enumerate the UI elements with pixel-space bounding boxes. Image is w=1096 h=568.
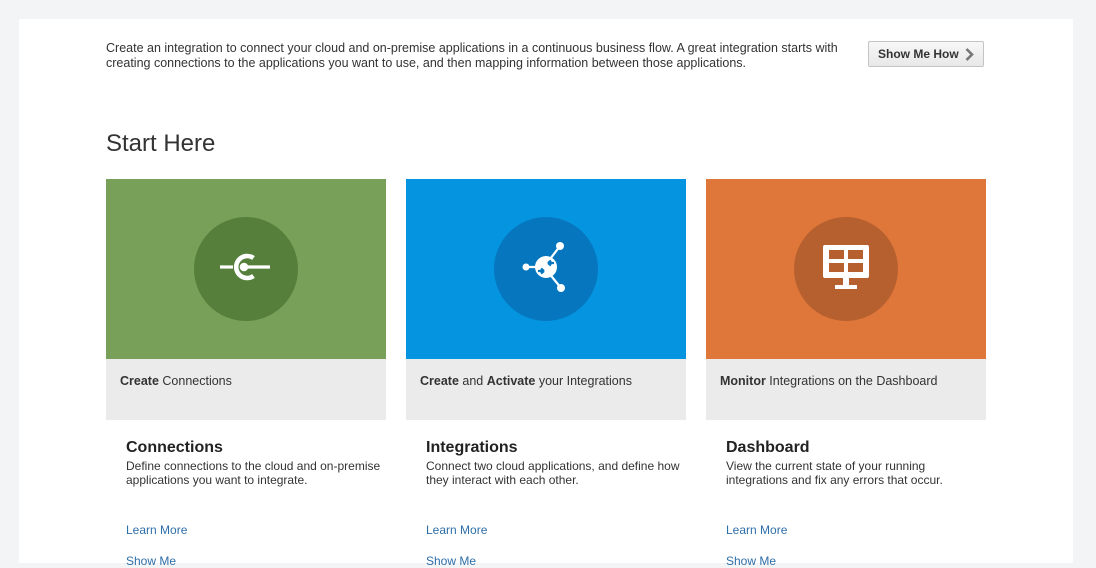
create-connections-card[interactable]: Create Connections (106, 179, 386, 420)
start-page-panel: Create an integration to connect your cl… (19, 19, 1073, 568)
card-icon-circle (494, 217, 598, 321)
caption-text: Connections (158, 374, 232, 388)
info-title: Integrations (426, 439, 518, 456)
show-me-link[interactable]: Show Me (426, 554, 476, 568)
show-me-how-label: Show Me How (878, 47, 959, 61)
card-banner (406, 179, 686, 359)
monitor-dashboard-card[interactable]: Monitor Integrations on the Dashboard (706, 179, 986, 420)
caption-bold: Monitor (720, 374, 766, 388)
learn-more-link[interactable]: Learn More (126, 523, 187, 537)
show-me-how-button[interactable]: Show Me How (868, 41, 984, 67)
caption-text: your Integrations (535, 374, 632, 388)
card-banner (106, 179, 386, 359)
info-title: Connections (126, 439, 223, 456)
create-activate-integrations-card[interactable]: Create and Activate your Integrations (406, 179, 686, 420)
show-me-link[interactable]: Show Me (126, 554, 176, 568)
caption-bold: Create (420, 374, 459, 388)
caption-bold: Create (120, 374, 159, 388)
integrations-info: Integrations Connect two cloud applicati… (426, 438, 686, 568)
dashboard-info: Dashboard View the current state of your… (726, 438, 986, 568)
card-icon-circle (194, 217, 298, 321)
card-icon-circle (794, 217, 898, 321)
learn-more-link[interactable]: Learn More (426, 523, 487, 537)
card-caption: Monitor Integrations on the Dashboard (706, 359, 986, 420)
info-title: Dashboard (726, 439, 810, 456)
dashboard-monitor-icon (822, 244, 870, 295)
connection-plug-icon (220, 250, 272, 289)
intro-text: Create an integration to connect your cl… (106, 41, 838, 70)
caption-text: Integrations on the Dashboard (765, 374, 938, 388)
caption-bold: Activate (486, 374, 536, 388)
chevron-right-icon (965, 47, 974, 61)
info-description: View the current state of your running i… (726, 459, 943, 487)
card-caption: Create and Activate your Integrations (406, 359, 686, 420)
info-description: Connect two cloud applications, and defi… (426, 459, 680, 487)
card-banner (706, 179, 986, 359)
section-title: Start Here (106, 130, 216, 157)
integration-hub-icon (522, 241, 570, 298)
connections-info: Connections Define connections to the cl… (126, 438, 386, 568)
caption-text: and (458, 374, 487, 388)
info-description: Define connections to the cloud and on-p… (126, 459, 381, 487)
show-me-link[interactable]: Show Me (726, 554, 776, 568)
card-caption: Create Connections (106, 359, 386, 420)
learn-more-link[interactable]: Learn More (726, 523, 787, 537)
